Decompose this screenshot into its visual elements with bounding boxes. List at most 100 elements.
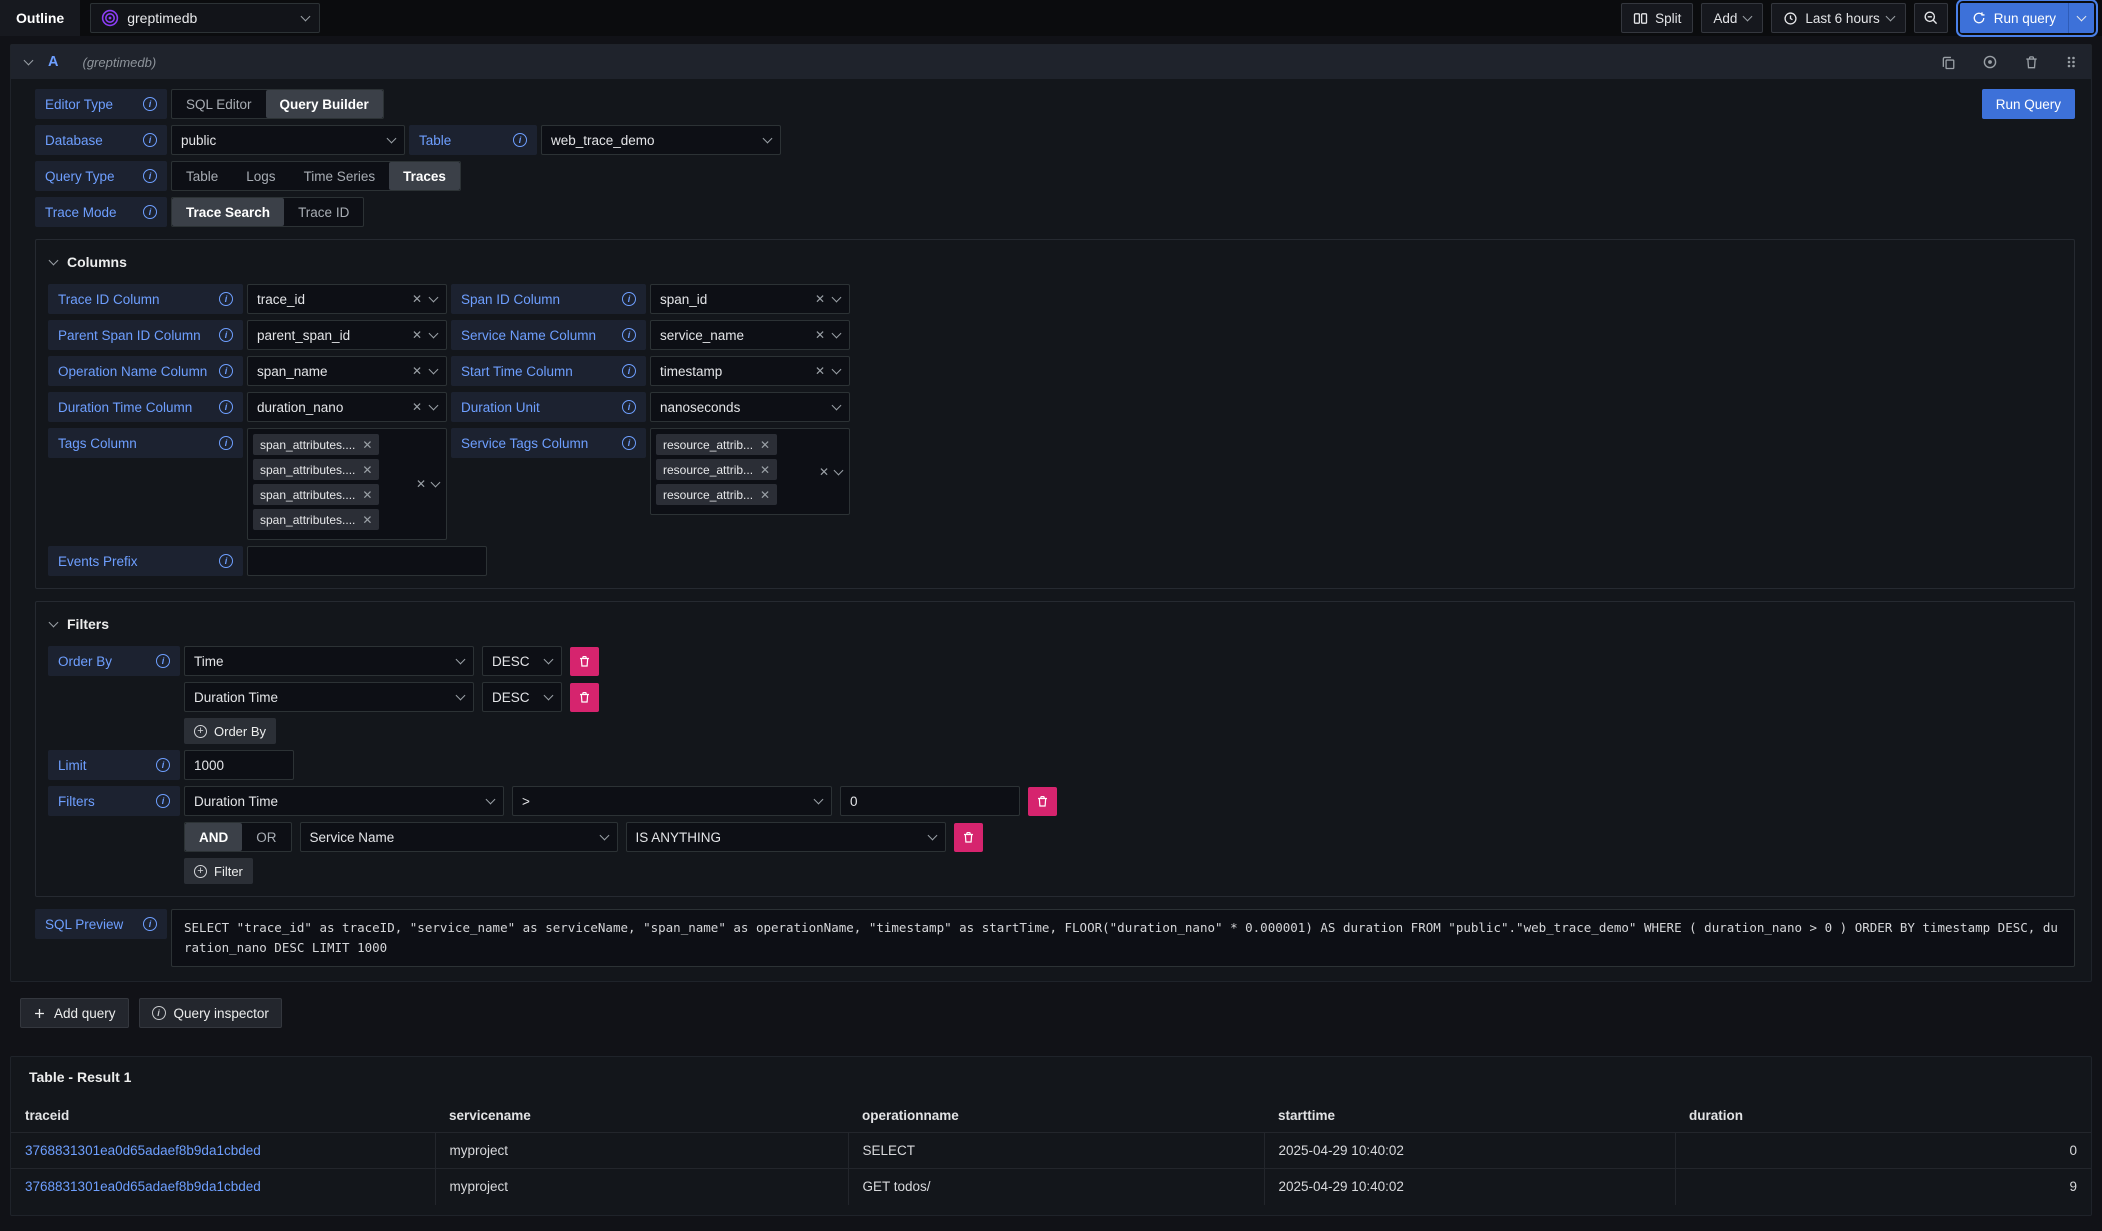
header-operationname[interactable]: operationname bbox=[848, 1101, 1264, 1133]
database-select[interactable]: public bbox=[171, 125, 405, 155]
start-time-column-select[interactable]: timestamp bbox=[650, 356, 850, 386]
span-id-column-select[interactable]: span_id bbox=[650, 284, 850, 314]
add-button[interactable]: Add bbox=[1701, 3, 1763, 33]
eye-icon[interactable] bbox=[1982, 54, 1998, 70]
query-builder-option[interactable]: Query Builder bbox=[266, 90, 383, 118]
datasource-picker[interactable]: greptimedb bbox=[90, 3, 320, 33]
clear-all-icon[interactable] bbox=[819, 466, 829, 478]
events-prefix-input[interactable] bbox=[247, 546, 487, 576]
duplicate-query-icon[interactable] bbox=[1941, 55, 1956, 70]
info-icon[interactable] bbox=[622, 436, 636, 450]
duration-time-column-select[interactable]: duration_nano bbox=[247, 392, 447, 422]
remove-tag-icon[interactable] bbox=[362, 464, 372, 476]
run-query-button[interactable]: Run query bbox=[1960, 3, 2068, 33]
zoom-out-time-button[interactable] bbox=[1914, 3, 1948, 33]
info-icon[interactable] bbox=[622, 400, 636, 414]
remove-order-by-button-1[interactable] bbox=[570, 647, 599, 676]
info-icon[interactable] bbox=[156, 794, 170, 808]
collapse-chevron-icon[interactable] bbox=[24, 56, 34, 66]
trace-id-column-select[interactable]: trace_id bbox=[247, 284, 447, 314]
sql-editor-option[interactable]: SQL Editor bbox=[172, 90, 266, 118]
info-icon[interactable] bbox=[622, 364, 636, 378]
remove-tag-icon[interactable] bbox=[362, 439, 372, 451]
trace-id-link[interactable]: 3768831301ea0d65adaef8b9da1cbded bbox=[25, 1143, 261, 1158]
info-icon[interactable] bbox=[219, 554, 233, 568]
clear-all-icon[interactable] bbox=[416, 478, 426, 490]
query-type-table[interactable]: Table bbox=[172, 162, 232, 190]
delete-query-icon[interactable] bbox=[2024, 55, 2039, 70]
remove-tag-icon[interactable] bbox=[760, 489, 770, 501]
order-by-field-select-1[interactable]: Time bbox=[184, 646, 474, 676]
query-inspector-button[interactable]: Query inspector bbox=[139, 998, 282, 1028]
operationname-cell: GET todos/ bbox=[848, 1169, 1264, 1205]
info-icon[interactable] bbox=[219, 436, 233, 450]
info-icon[interactable] bbox=[219, 292, 233, 306]
info-icon[interactable] bbox=[219, 328, 233, 342]
add-order-by-button[interactable]: Order By bbox=[184, 718, 276, 744]
remove-tag-icon[interactable] bbox=[362, 514, 372, 526]
columns-section-header[interactable]: Columns bbox=[50, 254, 2062, 270]
duration-unit-select[interactable]: nanoseconds bbox=[650, 392, 850, 422]
info-icon[interactable] bbox=[622, 292, 636, 306]
info-icon[interactable] bbox=[143, 917, 157, 931]
and-option[interactable]: AND bbox=[185, 823, 242, 851]
start-time-column-label: Start Time Column bbox=[451, 356, 646, 386]
run-query-label: Run query bbox=[1994, 11, 2056, 26]
split-button[interactable]: Split bbox=[1621, 3, 1693, 33]
info-icon[interactable] bbox=[143, 97, 157, 111]
filter-value-input[interactable] bbox=[840, 786, 1020, 816]
add-query-button[interactable]: Add query bbox=[20, 998, 129, 1028]
drag-handle-icon[interactable] bbox=[2065, 54, 2077, 70]
filter-operator-select[interactable]: > bbox=[512, 786, 832, 816]
operation-name-column-select[interactable]: span_name bbox=[247, 356, 447, 386]
order-by-field-select-2[interactable]: Duration Time bbox=[184, 682, 474, 712]
query-type-logs[interactable]: Logs bbox=[232, 162, 289, 190]
info-icon[interactable] bbox=[143, 205, 157, 219]
chevron-down-icon bbox=[832, 293, 842, 303]
header-starttime[interactable]: starttime bbox=[1264, 1101, 1675, 1133]
info-icon[interactable] bbox=[622, 328, 636, 342]
run-query-options-button[interactable] bbox=[2068, 3, 2094, 33]
service-name-column-select[interactable]: service_name bbox=[650, 320, 850, 350]
header-traceid[interactable]: traceid bbox=[11, 1101, 435, 1133]
remove-tag-icon[interactable] bbox=[760, 464, 770, 476]
service-tags-column-multiselect[interactable]: resource_attrib... resource_attrib... re… bbox=[650, 428, 850, 515]
trace-search-option[interactable]: Trace Search bbox=[172, 198, 284, 226]
filter-field-select-2[interactable]: Service Name bbox=[300, 822, 618, 852]
filters-section-header[interactable]: Filters bbox=[50, 616, 2062, 632]
run-query-panel-button[interactable]: Run Query bbox=[1982, 89, 2075, 119]
outline-pane-label: Outline bbox=[0, 0, 80, 36]
info-icon[interactable] bbox=[156, 654, 170, 668]
chevron-down-icon bbox=[927, 831, 937, 841]
remove-order-by-button-2[interactable] bbox=[570, 683, 599, 712]
remove-filter-button-2[interactable] bbox=[954, 823, 983, 852]
add-filter-button[interactable]: Filter bbox=[184, 858, 253, 884]
remove-tag-icon[interactable] bbox=[760, 439, 770, 451]
parent-span-id-column-select[interactable]: parent_span_id bbox=[247, 320, 447, 350]
or-option[interactable]: OR bbox=[242, 823, 290, 851]
trace-id-option[interactable]: Trace ID bbox=[284, 198, 363, 226]
span-id-column-label: Span ID Column bbox=[451, 284, 646, 314]
remove-tag-icon[interactable] bbox=[362, 489, 372, 501]
info-icon[interactable] bbox=[143, 169, 157, 183]
info-icon[interactable] bbox=[143, 133, 157, 147]
header-duration[interactable]: duration bbox=[1675, 1101, 2091, 1133]
order-by-direction-select-1[interactable]: DESC bbox=[482, 646, 562, 676]
order-by-direction-select-2[interactable]: DESC bbox=[482, 682, 562, 712]
query-type-traces[interactable]: Traces bbox=[389, 162, 460, 190]
header-servicename[interactable]: servicename bbox=[435, 1101, 848, 1133]
info-icon[interactable] bbox=[219, 400, 233, 414]
trace-id-link[interactable]: 3768831301ea0d65adaef8b9da1cbded bbox=[25, 1179, 261, 1194]
remove-filter-button-1[interactable] bbox=[1028, 787, 1057, 816]
query-type-time-series[interactable]: Time Series bbox=[290, 162, 390, 190]
table-select[interactable]: web_trace_demo bbox=[541, 125, 781, 155]
duration-unit-label: Duration Unit bbox=[451, 392, 646, 422]
info-icon[interactable] bbox=[156, 758, 170, 772]
tags-column-multiselect[interactable]: span_attributes.... span_attributes.... … bbox=[247, 428, 447, 540]
time-range-picker[interactable]: Last 6 hours bbox=[1771, 3, 1905, 33]
info-icon[interactable] bbox=[219, 364, 233, 378]
info-icon[interactable] bbox=[513, 133, 527, 147]
filter-operator-select-2[interactable]: IS ANYTHING bbox=[626, 822, 946, 852]
limit-input[interactable] bbox=[184, 750, 294, 780]
filter-field-select[interactable]: Duration Time bbox=[184, 786, 504, 816]
